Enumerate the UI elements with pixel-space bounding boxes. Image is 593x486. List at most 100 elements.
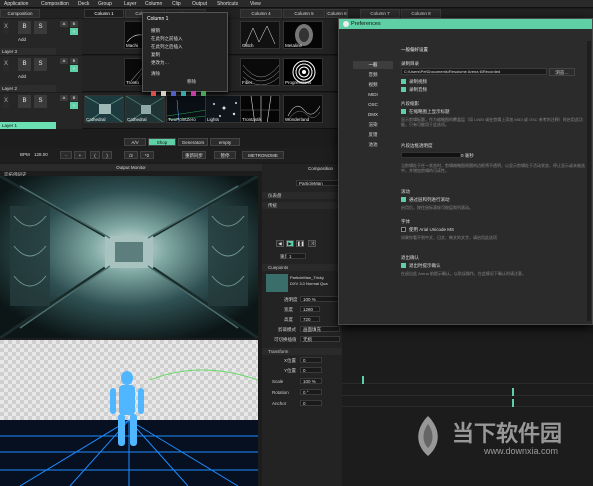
font-checkbox[interactable] <box>401 227 406 232</box>
layer-bypass-button[interactable]: B <box>18 21 31 34</box>
prop-value[interactable]: 无损 <box>300 336 340 342</box>
context-menu-item[interactable]: 在此列之前插入 <box>151 36 183 42</box>
clip-name-field[interactable]: ParticleMan <box>296 180 340 186</box>
clip-thumbnail[interactable]: Metaline <box>283 21 323 49</box>
menu-layer[interactable]: Layer <box>124 1 137 7</box>
prop-value[interactable]: 720 <box>300 316 320 322</box>
layer-b-button[interactable]: B <box>70 21 78 27</box>
pref-nav-osc[interactable]: OSC <box>353 101 393 109</box>
preferences-scrollbar[interactable] <box>587 41 591 321</box>
menu-application[interactable]: Application <box>4 1 28 7</box>
menu-view[interactable]: View <box>250 1 261 7</box>
timeline-keyframe[interactable] <box>362 376 364 384</box>
context-menu-item[interactable]: 移除 <box>187 79 196 85</box>
color-swatch[interactable] <box>171 91 176 96</box>
prop-value[interactable]: 0 <box>300 367 322 373</box>
menu-output[interactable]: Output <box>192 1 207 7</box>
tab-shop[interactable]: Shop <box>148 138 176 146</box>
layer-y-toggle[interactable]: Y <box>70 28 78 35</box>
clip-thumbnail[interactable]: Progressions <box>283 58 323 86</box>
context-menu-item[interactable]: 更改为… <box>151 60 169 66</box>
layer-y-toggle[interactable]: Y <box>70 102 78 109</box>
layer-bypass-button[interactable]: B <box>18 95 31 108</box>
layer-bypass-button[interactable]: B <box>18 58 31 71</box>
bpm-decrease-button[interactable]: - <box>60 151 72 159</box>
column-header-7[interactable]: Column 7 <box>360 9 400 18</box>
prop-value[interactable]: 1280 <box>300 306 320 312</box>
layer-add-label[interactable]: Add <box>18 37 26 42</box>
bpm-value[interactable]: 128.00 <box>34 152 48 157</box>
layer-bypass-x[interactable]: X <box>3 95 9 108</box>
layer-bypass-x[interactable]: X <box>3 58 9 71</box>
tempo-half-button[interactable]: /2 <box>124 151 138 159</box>
exit-confirm-checkbox[interactable] <box>401 263 406 268</box>
timeline-keyframe[interactable] <box>512 388 514 396</box>
tab-generators[interactable]: Generators <box>178 138 208 146</box>
preferences-title-bar[interactable]: Preferences <box>339 19 592 29</box>
record-path-field[interactable]: C:\Users\Pei\Documents\Resolume Arena 6\… <box>401 68 547 75</box>
pref-nav-render[interactable]: 渲染 <box>353 121 393 129</box>
clip-thumbnail[interactable]: Wonderland <box>283 95 323 123</box>
prop-value[interactable]: 100 % <box>300 378 322 384</box>
resync-button[interactable]: 重新同步 <box>182 151 206 159</box>
layer-y-toggle[interactable]: Y <box>70 65 78 72</box>
color-swatch[interactable] <box>151 91 156 96</box>
play-button[interactable]: ▶ <box>286 240 294 247</box>
tempo-double-button[interactable]: *2 <box>140 151 154 159</box>
pref-nav-dmx[interactable]: DMX <box>353 111 393 119</box>
scroll-checkbox[interactable] <box>401 197 406 202</box>
pref-nav-general[interactable]: 一般 <box>353 61 393 69</box>
layer-b-button[interactable]: B <box>70 58 78 64</box>
nudge-forward-button[interactable]: ) <box>102 151 112 159</box>
timeline-lane[interactable] <box>342 376 593 384</box>
prop-value[interactable]: 0 <box>300 357 322 363</box>
pref-nav-video[interactable]: 视频 <box>353 81 393 89</box>
record-video-checkbox[interactable] <box>401 79 406 84</box>
play-reverse-button[interactable]: ◀ <box>276 240 284 247</box>
layer-name[interactable]: Layer 2 <box>0 85 56 92</box>
clip-thumbnail[interactable]: Lights <box>205 95 245 123</box>
section-row[interactable]: 仪表盘 <box>262 192 342 199</box>
menu-group[interactable]: Group <box>98 1 112 7</box>
clip-thumbnail[interactable]: Glitch <box>240 21 280 49</box>
layer-solo-button[interactable]: S <box>34 58 47 71</box>
context-menu-item[interactable]: 复制 <box>151 52 160 58</box>
prop-value[interactable]: 0 <box>300 400 322 406</box>
context-menu-item[interactable]: 在此列之后插入 <box>151 44 183 50</box>
layer-name[interactable]: Layer 3 <box>0 48 56 55</box>
pref-nav-midi[interactable]: MIDI <box>353 91 393 99</box>
clip-thumbnail[interactable]: TwoPointZero <box>166 95 206 123</box>
clip-thumbnail[interactable]: Trontastik <box>240 95 280 123</box>
layer-a-button[interactable]: A <box>60 21 68 27</box>
column-header-5[interactable]: Column 5 <box>283 9 325 18</box>
column-header-composition[interactable]: Composition <box>0 9 40 18</box>
menu-column[interactable]: Column <box>145 1 162 7</box>
context-menu-item[interactable]: 撤销 <box>151 28 160 34</box>
menu-shortcuts[interactable]: Shortcuts <box>217 1 238 7</box>
metronome-button[interactable]: METRONOME <box>242 151 284 159</box>
prop-value[interactable]: 100 % <box>300 296 340 302</box>
section-row[interactable]: 传统 <box>262 202 342 209</box>
bpm-increase-button[interactable]: + <box>74 151 86 159</box>
shuffle-icon[interactable]: ⤨ <box>308 240 316 247</box>
pause-clip-button[interactable]: ❚❚ <box>296 240 305 247</box>
clip-thumbnail[interactable]: Cathedral <box>84 95 124 123</box>
speed-value[interactable]: 1 <box>286 253 306 259</box>
clip-thumbnail[interactable]: Cathedral <box>125 95 165 123</box>
color-swatch[interactable] <box>191 91 196 96</box>
layer-solo-button[interactable]: S <box>34 95 47 108</box>
tab-av[interactable]: A/V <box>124 138 146 146</box>
timeline-lane[interactable] <box>342 399 593 407</box>
transparency-slider[interactable] <box>401 152 461 158</box>
prop-value[interactable]: 画面填充 <box>300 326 340 332</box>
layer-a-button[interactable]: A <box>60 95 68 101</box>
layer-bypass-x[interactable]: X <box>3 21 9 34</box>
pause-button[interactable]: 暂停 <box>214 151 236 159</box>
cuepoints-row[interactable]: Cuepoints <box>262 264 342 271</box>
layer-a-button[interactable]: A <box>60 58 68 64</box>
record-audio-checkbox[interactable] <box>401 87 406 92</box>
color-swatch[interactable] <box>181 91 186 96</box>
layer-name[interactable]: Layer 1 <box>0 122 56 129</box>
timeline-lane[interactable] <box>342 388 593 396</box>
clip-thumbnail[interactable]: Fiber <box>240 58 280 86</box>
